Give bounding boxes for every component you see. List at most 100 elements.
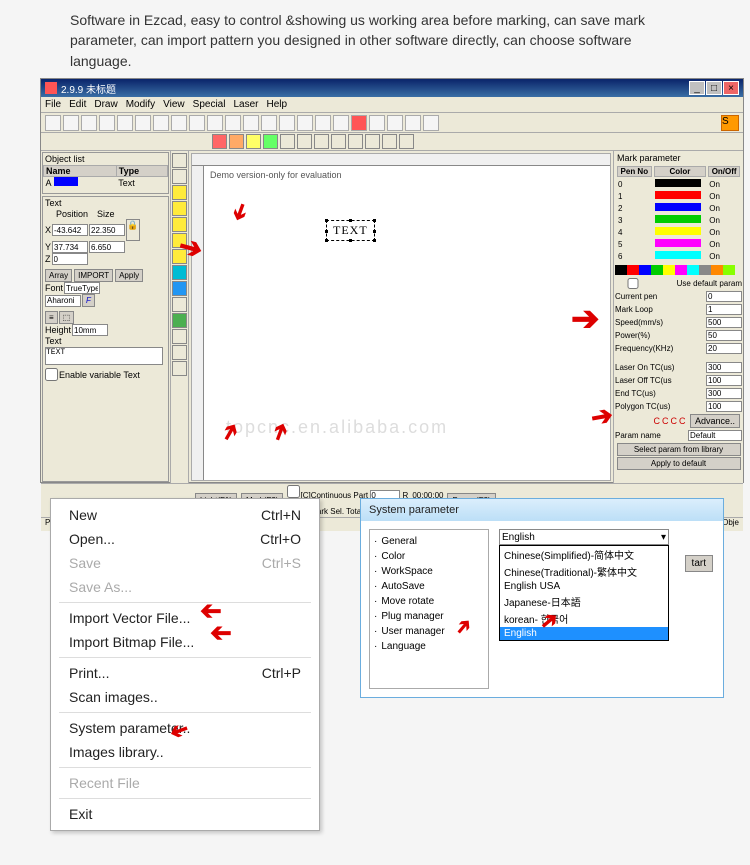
vt-curve-icon[interactable] xyxy=(172,201,187,216)
y-input[interactable] xyxy=(52,241,88,253)
vt-rect-icon[interactable] xyxy=(172,217,187,232)
vt-barcode-icon[interactable] xyxy=(172,281,187,296)
shape-11[interactable] xyxy=(382,134,397,149)
menu-draw[interactable]: Draw xyxy=(94,99,117,110)
menu-item[interactable]: Import Bitmap File... xyxy=(51,630,319,654)
tb-zoom[interactable] xyxy=(189,115,205,131)
param-name-input[interactable] xyxy=(688,430,742,441)
shape-8[interactable] xyxy=(331,134,346,149)
tb-16[interactable] xyxy=(369,115,385,131)
continuous-checkbox[interactable] xyxy=(287,485,300,498)
power-input[interactable] xyxy=(706,330,742,341)
vt-bitmap-icon[interactable] xyxy=(172,297,187,312)
shape-10[interactable] xyxy=(365,134,380,149)
pen-row[interactable]: 4On xyxy=(617,227,740,237)
tree-item[interactable]: Move rotate xyxy=(374,594,484,609)
tb-redo[interactable] xyxy=(171,115,187,131)
menu-item[interactable]: Scan images.. xyxy=(51,685,319,709)
shape-4[interactable] xyxy=(263,134,278,149)
shape-rect-icon[interactable] xyxy=(212,134,227,149)
tb-undo[interactable] xyxy=(153,115,169,131)
tb-14[interactable] xyxy=(315,115,331,131)
tb-copy[interactable] xyxy=(117,115,133,131)
text-btn1[interactable]: ≡ xyxy=(45,311,58,324)
menu-view[interactable]: View xyxy=(163,99,185,110)
w-input[interactable] xyxy=(89,224,125,236)
vt-line-icon[interactable] xyxy=(172,185,187,200)
freq-input[interactable] xyxy=(706,343,742,354)
font-type-select[interactable] xyxy=(64,282,100,294)
tree-item[interactable]: WorkSpace xyxy=(374,564,484,579)
menu-item[interactable]: NewCtrl+N xyxy=(51,503,319,527)
laseroff-input[interactable] xyxy=(706,375,742,386)
shape-9[interactable] xyxy=(348,134,363,149)
menu-item[interactable]: System parameter.. xyxy=(51,716,319,740)
cur-pen-input[interactable] xyxy=(706,291,742,302)
tree-item[interactable]: General xyxy=(374,534,484,549)
tray-icon[interactable]: S xyxy=(721,115,739,131)
font-style-button[interactable]: F xyxy=(82,294,95,307)
text-content-input[interactable]: TEXT xyxy=(45,347,163,365)
maximize-button[interactable]: □ xyxy=(706,81,722,95)
use-default-checkbox[interactable] xyxy=(615,278,651,289)
z-input[interactable] xyxy=(52,253,88,265)
tb-19[interactable] xyxy=(423,115,439,131)
tree-item[interactable]: User manager xyxy=(374,624,484,639)
shape-3[interactable] xyxy=(246,134,261,149)
apply-button[interactable]: Apply xyxy=(115,269,143,282)
font-name-select[interactable] xyxy=(45,295,81,307)
polytc-input[interactable] xyxy=(706,401,742,412)
lang-option[interactable]: korean- 한국어 xyxy=(500,610,668,627)
language-select[interactable]: English ▾ xyxy=(499,529,669,545)
advance-button[interactable]: Advance.. xyxy=(690,414,740,428)
tb-new[interactable] xyxy=(45,115,61,131)
menu-modify[interactable]: Modify xyxy=(126,99,155,110)
vt-encoder-icon[interactable] xyxy=(172,361,187,376)
enable-var-checkbox[interactable] xyxy=(45,368,58,381)
text-btn2[interactable]: ⬚ xyxy=(59,311,75,324)
menu-item[interactable]: Exit xyxy=(51,802,319,826)
object-row[interactable]: A Text xyxy=(44,177,168,189)
tb-13[interactable] xyxy=(297,115,313,131)
close-button[interactable]: × xyxy=(723,81,739,95)
tb-10[interactable] xyxy=(243,115,259,131)
pen-row[interactable]: 1On xyxy=(617,191,740,201)
shape-7[interactable] xyxy=(314,134,329,149)
speed-input[interactable] xyxy=(706,317,742,328)
pen-row[interactable]: 0On xyxy=(617,179,740,189)
tb-11[interactable] xyxy=(261,115,277,131)
array-button[interactable]: Array xyxy=(45,269,72,282)
tb-cut[interactable] xyxy=(99,115,115,131)
tb-15[interactable] xyxy=(333,115,349,131)
tree-item[interactable]: Plug manager xyxy=(374,609,484,624)
shape-12[interactable] xyxy=(399,134,414,149)
tree-item[interactable]: AutoSave xyxy=(374,579,484,594)
menu-help[interactable]: Help xyxy=(266,99,287,110)
vt-vector-icon[interactable] xyxy=(172,313,187,328)
tart-button[interactable]: tart xyxy=(685,555,713,572)
apply-default-button[interactable]: Apply to default xyxy=(617,457,741,470)
tb-grid[interactable] xyxy=(207,115,223,131)
laseron-input[interactable] xyxy=(706,362,742,373)
tree-item[interactable]: Color xyxy=(374,549,484,564)
lang-option[interactable]: English xyxy=(500,627,668,640)
canvas[interactable]: Demo version-only for evaluation TEXT to… xyxy=(206,168,608,478)
vt-select-icon[interactable] xyxy=(172,153,187,168)
loop-input[interactable] xyxy=(706,304,742,315)
x-input[interactable] xyxy=(52,224,88,236)
pen-row[interactable]: 3On xyxy=(617,215,740,225)
pen-row[interactable]: 2On xyxy=(617,203,740,213)
shape-5[interactable] xyxy=(280,134,295,149)
h-input[interactable] xyxy=(89,241,125,253)
menu-item[interactable]: Images library.. xyxy=(51,740,319,764)
text-object[interactable]: TEXT xyxy=(326,220,375,241)
tb-paste[interactable] xyxy=(135,115,151,131)
minimize-button[interactable]: _ xyxy=(689,81,705,95)
lang-option[interactable]: Japanese-日本語 xyxy=(500,593,668,610)
tree-item[interactable]: Language xyxy=(374,639,484,654)
height-input[interactable] xyxy=(72,324,108,336)
lang-option[interactable]: Chinese(Simplified)-简体中文 xyxy=(500,546,668,563)
menu-item[interactable]: Open...Ctrl+O xyxy=(51,527,319,551)
select-lib-button[interactable]: Select param from library xyxy=(617,443,741,456)
menu-special[interactable]: Special xyxy=(193,99,226,110)
